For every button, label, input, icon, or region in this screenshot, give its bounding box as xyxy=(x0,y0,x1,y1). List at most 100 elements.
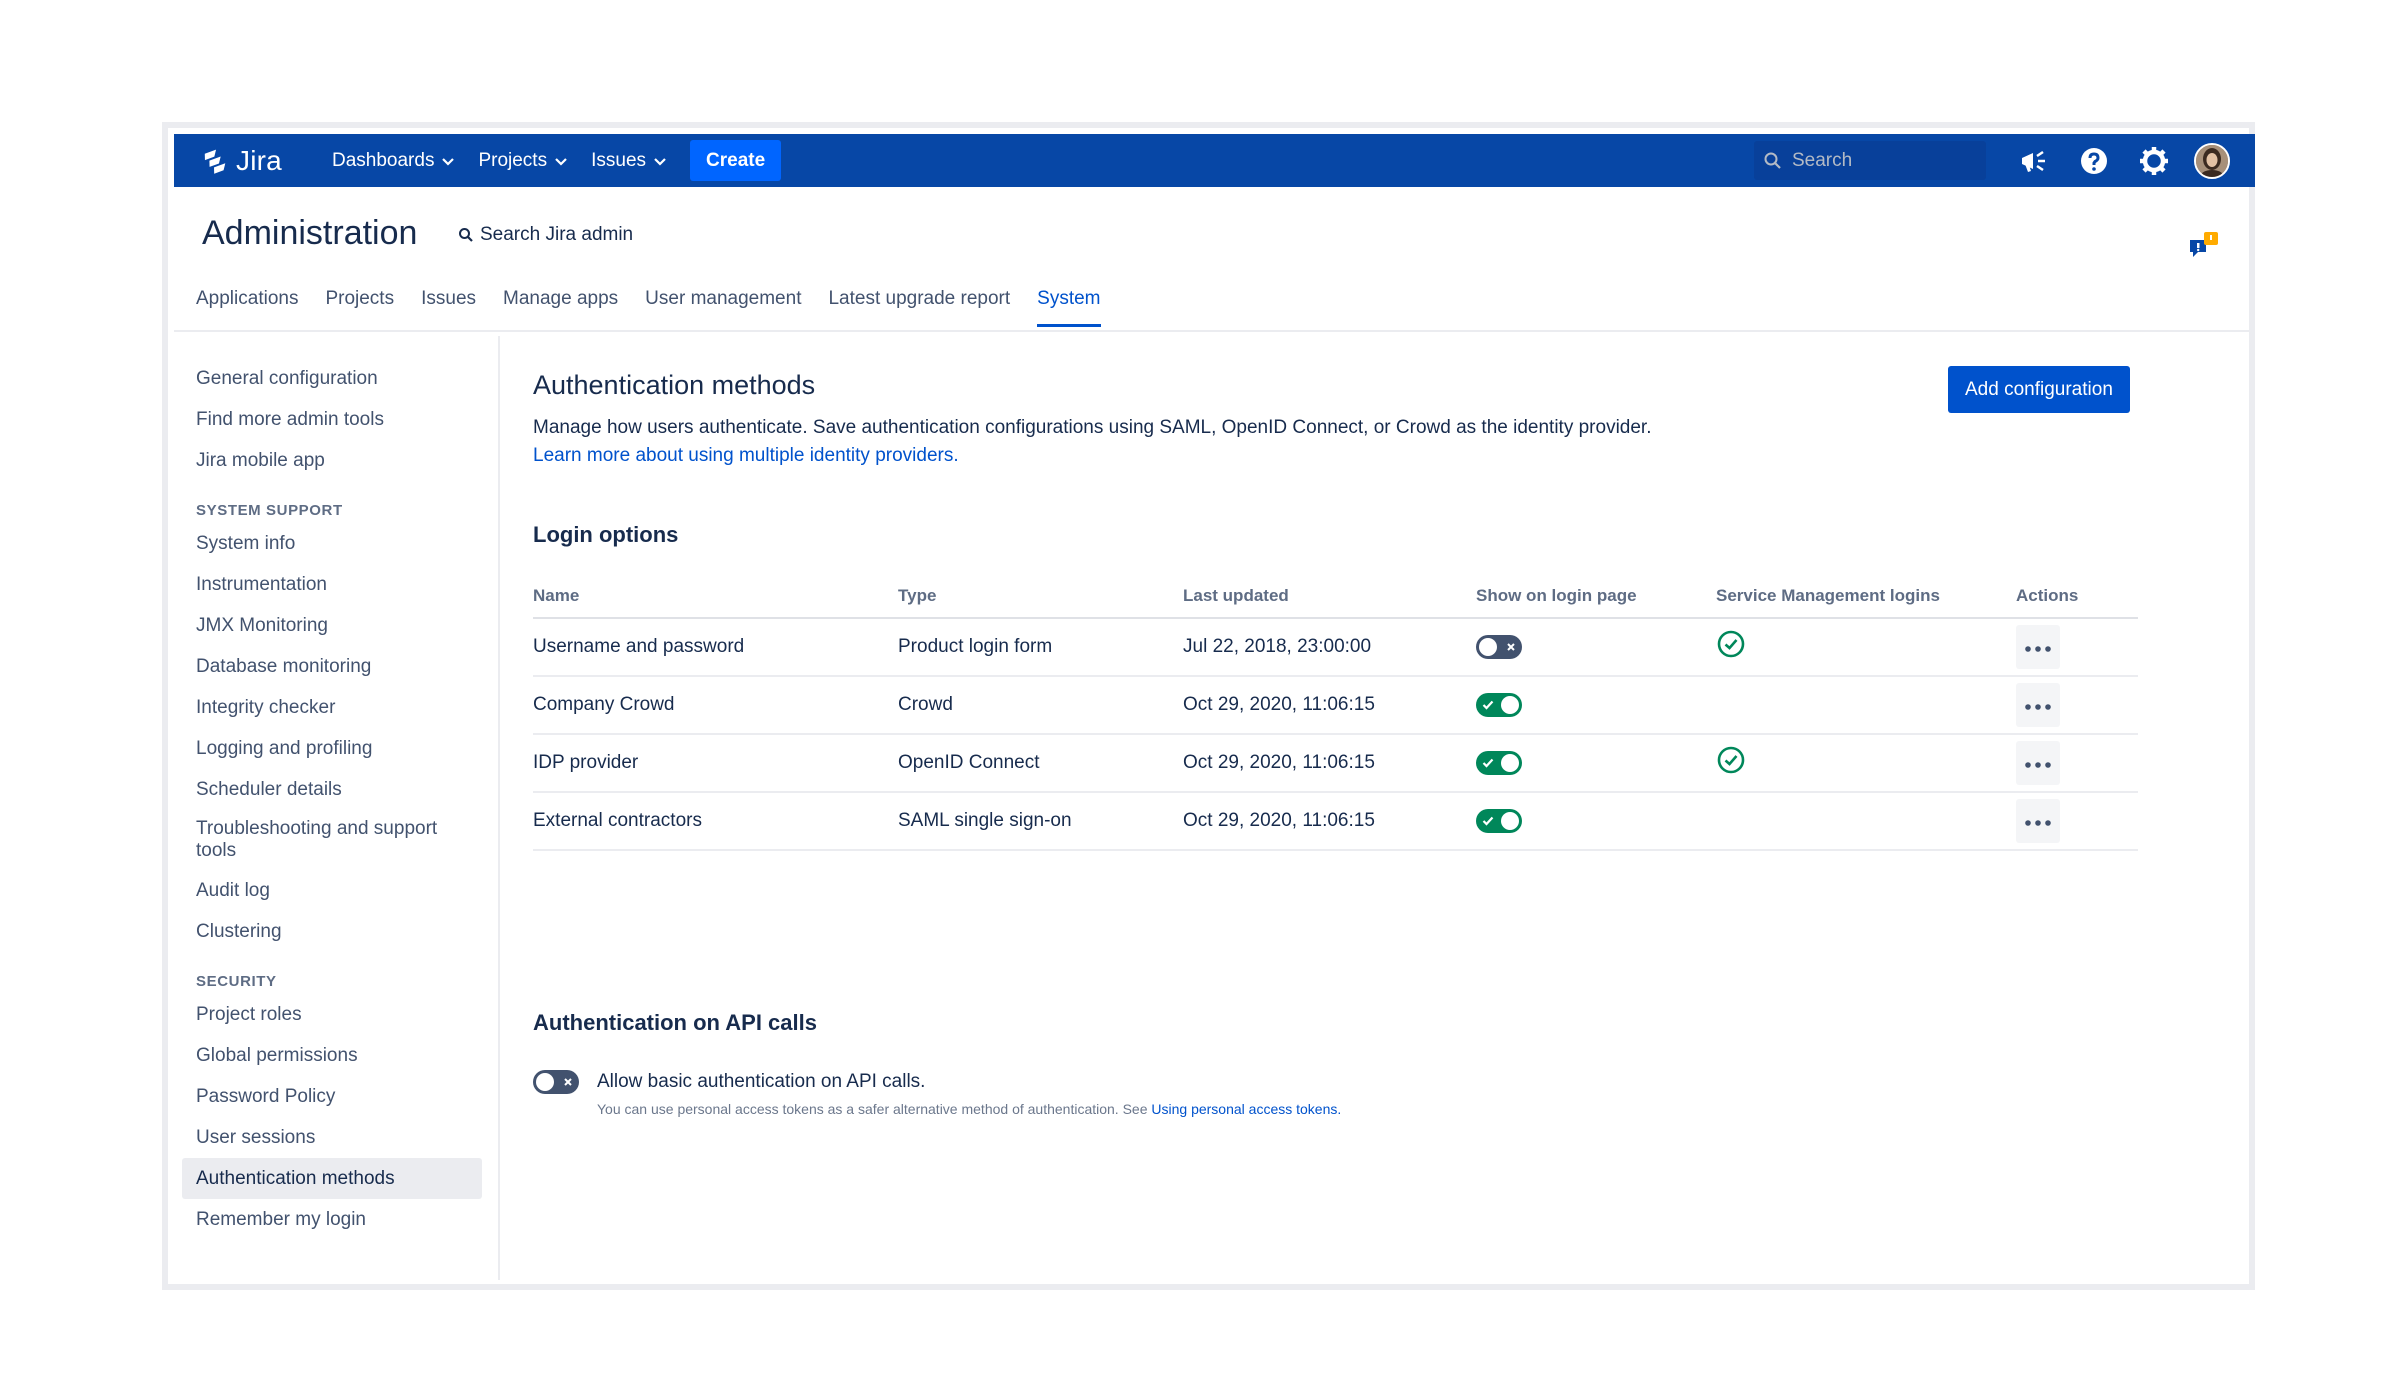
tab-system[interactable]: System xyxy=(1037,288,1101,327)
sidebar-item-audit-log[interactable]: Audit log xyxy=(182,870,482,911)
create-button[interactable]: Create xyxy=(690,140,782,181)
nav-dashboards[interactable]: Dashboards xyxy=(332,149,455,172)
admin-tabs: Applications Projects Issues Manage apps… xyxy=(196,288,1128,327)
tab-manage-apps[interactable]: Manage apps xyxy=(503,288,618,324)
row-show-on-login xyxy=(1476,676,1716,735)
api-auth-setting: Allow basic authentication on API calls.… xyxy=(533,1070,1341,1117)
row-show-on-login xyxy=(1476,792,1716,851)
more-icon xyxy=(2025,752,2051,774)
add-configuration-button[interactable]: Add configuration xyxy=(1948,366,2130,413)
nav-issues[interactable]: Issues xyxy=(591,150,666,172)
more-icon xyxy=(2025,810,2051,832)
sidebar-item-general-configuration[interactable]: General configuration xyxy=(182,358,482,399)
row-name: Company Crowd xyxy=(533,676,898,735)
search-jira-admin[interactable]: Search Jira admin xyxy=(458,224,633,246)
table-row: Company Crowd Crowd Oct 29, 2020, 11:06:15 xyxy=(533,676,2138,735)
chevron-down-icon xyxy=(555,150,567,172)
sidebar-item-logging-and-profiling[interactable]: Logging and profiling xyxy=(182,728,482,769)
row-type: Crowd xyxy=(898,676,1183,735)
global-search-input[interactable] xyxy=(1792,149,1972,172)
column-header-actions: Actions xyxy=(2016,574,2138,619)
tab-applications[interactable]: Applications xyxy=(196,288,298,324)
show-on-login-toggle[interactable] xyxy=(1476,635,1522,659)
row-type: OpenID Connect xyxy=(898,734,1183,793)
row-show-on-login xyxy=(1476,618,1716,677)
more-actions-button[interactable] xyxy=(2016,683,2060,727)
row-last-updated: Oct 29, 2020, 11:06:15 xyxy=(1183,676,1476,735)
tab-issues[interactable]: Issues xyxy=(421,288,476,324)
row-name: Username and password xyxy=(533,618,898,677)
user-avatar[interactable] xyxy=(2194,142,2230,179)
sidebar-heading-security: SECURITY xyxy=(196,973,277,990)
table-row: External contractors SAML single sign-on O… xyxy=(533,792,2138,851)
login-options-table: Name Type Last updated Show on login pag… xyxy=(533,574,2138,851)
sidebar-item-find-more-admin-tools[interactable]: Find more admin tools xyxy=(182,399,482,440)
admin-sidebar: General configuration Find more admin to… xyxy=(182,358,482,1240)
column-header-type: Type xyxy=(898,574,1183,619)
sidebar-heading-system-support: SYSTEM SUPPORT xyxy=(196,502,343,519)
check-circle-icon xyxy=(1716,630,1746,664)
sidebar-item-jira-mobile-app[interactable]: Jira mobile app xyxy=(182,440,482,481)
feedback-icon[interactable] xyxy=(2188,230,2222,271)
sidebar-item-instrumentation[interactable]: Instrumentation xyxy=(182,564,482,605)
row-service-management xyxy=(1716,618,2016,677)
global-search[interactable] xyxy=(1754,141,1986,180)
more-actions-button[interactable] xyxy=(2016,741,2060,785)
search-icon xyxy=(459,228,473,242)
api-basic-auth-toggle[interactable] xyxy=(533,1070,579,1094)
page-description: Manage how users authenticate. Save auth… xyxy=(533,414,1651,470)
settings-gear-icon[interactable] xyxy=(2134,141,2174,181)
nav-projects[interactable]: Projects xyxy=(478,150,567,172)
nav-dashboards-label: Dashboards xyxy=(332,149,435,171)
close-icon xyxy=(1506,635,1516,659)
api-help-text: You can use personal access tokens as a … xyxy=(597,1101,1152,1117)
sidebar-item-troubleshooting[interactable]: Troubleshooting and support tools xyxy=(182,810,482,870)
row-last-updated: Jul 22, 2018, 23:00:00 xyxy=(1183,618,1476,677)
row-last-updated: Oct 29, 2020, 11:06:15 xyxy=(1183,734,1476,793)
sidebar-item-jmx-monitoring[interactable]: JMX Monitoring xyxy=(182,605,482,646)
toggle-knob xyxy=(1501,812,1519,830)
chevron-down-icon xyxy=(654,150,666,172)
row-name: IDP provider xyxy=(533,734,898,793)
tab-user-management[interactable]: User management xyxy=(645,288,801,324)
nav-issues-label: Issues xyxy=(591,149,647,171)
personal-access-tokens-link[interactable]: Using personal access tokens. xyxy=(1151,1101,1341,1117)
tab-latest-upgrade-report[interactable]: Latest upgrade report xyxy=(828,288,1010,324)
sidebar-item-integrity-checker[interactable]: Integrity checker xyxy=(182,687,482,728)
sidebar-item-clustering[interactable]: Clustering xyxy=(182,911,482,952)
sidebar-item-password-policy[interactable]: Password Policy xyxy=(182,1076,482,1117)
nav-links: Dashboards Projects Issues Create xyxy=(332,134,782,187)
tab-projects[interactable]: Projects xyxy=(325,288,394,324)
more-icon xyxy=(2025,636,2051,658)
table-row: Username and password Product login form J… xyxy=(533,618,2138,677)
description-text: Manage how users authenticate. Save auth… xyxy=(533,417,1652,438)
show-on-login-toggle[interactable] xyxy=(1476,751,1522,775)
column-header-last-updated: Last updated xyxy=(1183,574,1476,619)
sidebar-item-scheduler-details[interactable]: Scheduler details xyxy=(182,769,482,810)
table-row: IDP provider OpenID Connect Oct 29, 2020, … xyxy=(533,734,2138,793)
show-on-login-toggle[interactable] xyxy=(1476,809,1522,833)
learn-more-link[interactable]: Learn more about using multiple identity… xyxy=(533,442,1651,470)
top-navigation: Jira Dashboards Projects Issues Create xyxy=(174,134,2255,187)
toggle-knob xyxy=(536,1073,554,1091)
sidebar-item-project-roles[interactable]: Project roles xyxy=(182,994,482,1035)
show-on-login-toggle[interactable] xyxy=(1476,693,1522,717)
jira-logo[interactable]: Jira xyxy=(202,145,282,177)
more-actions-button[interactable] xyxy=(2016,625,2060,669)
column-header-name: Name xyxy=(533,574,898,619)
check-circle-icon xyxy=(1716,746,1746,780)
sidebar-item-user-sessions[interactable]: User sessions xyxy=(182,1117,482,1158)
check-icon xyxy=(1482,809,1494,833)
row-last-updated: Oct 29, 2020, 11:06:15 xyxy=(1183,792,1476,851)
sidebar-item-authentication-methods[interactable]: Authentication methods xyxy=(182,1158,482,1199)
sidebar-item-system-info[interactable]: System info xyxy=(182,523,482,564)
sidebar-item-global-permissions[interactable]: Global permissions xyxy=(182,1035,482,1076)
search-icon xyxy=(1764,152,1781,169)
help-icon[interactable] xyxy=(2074,141,2114,181)
sidebar-item-remember-my-login[interactable]: Remember my login xyxy=(182,1199,482,1240)
api-auth-help: You can use personal access tokens as a … xyxy=(597,1101,1341,1117)
sidebar-item-database-monitoring[interactable]: Database monitoring xyxy=(182,646,482,687)
more-icon xyxy=(2025,694,2051,716)
notifications-icon[interactable] xyxy=(2014,141,2054,181)
more-actions-button[interactable] xyxy=(2016,799,2060,843)
